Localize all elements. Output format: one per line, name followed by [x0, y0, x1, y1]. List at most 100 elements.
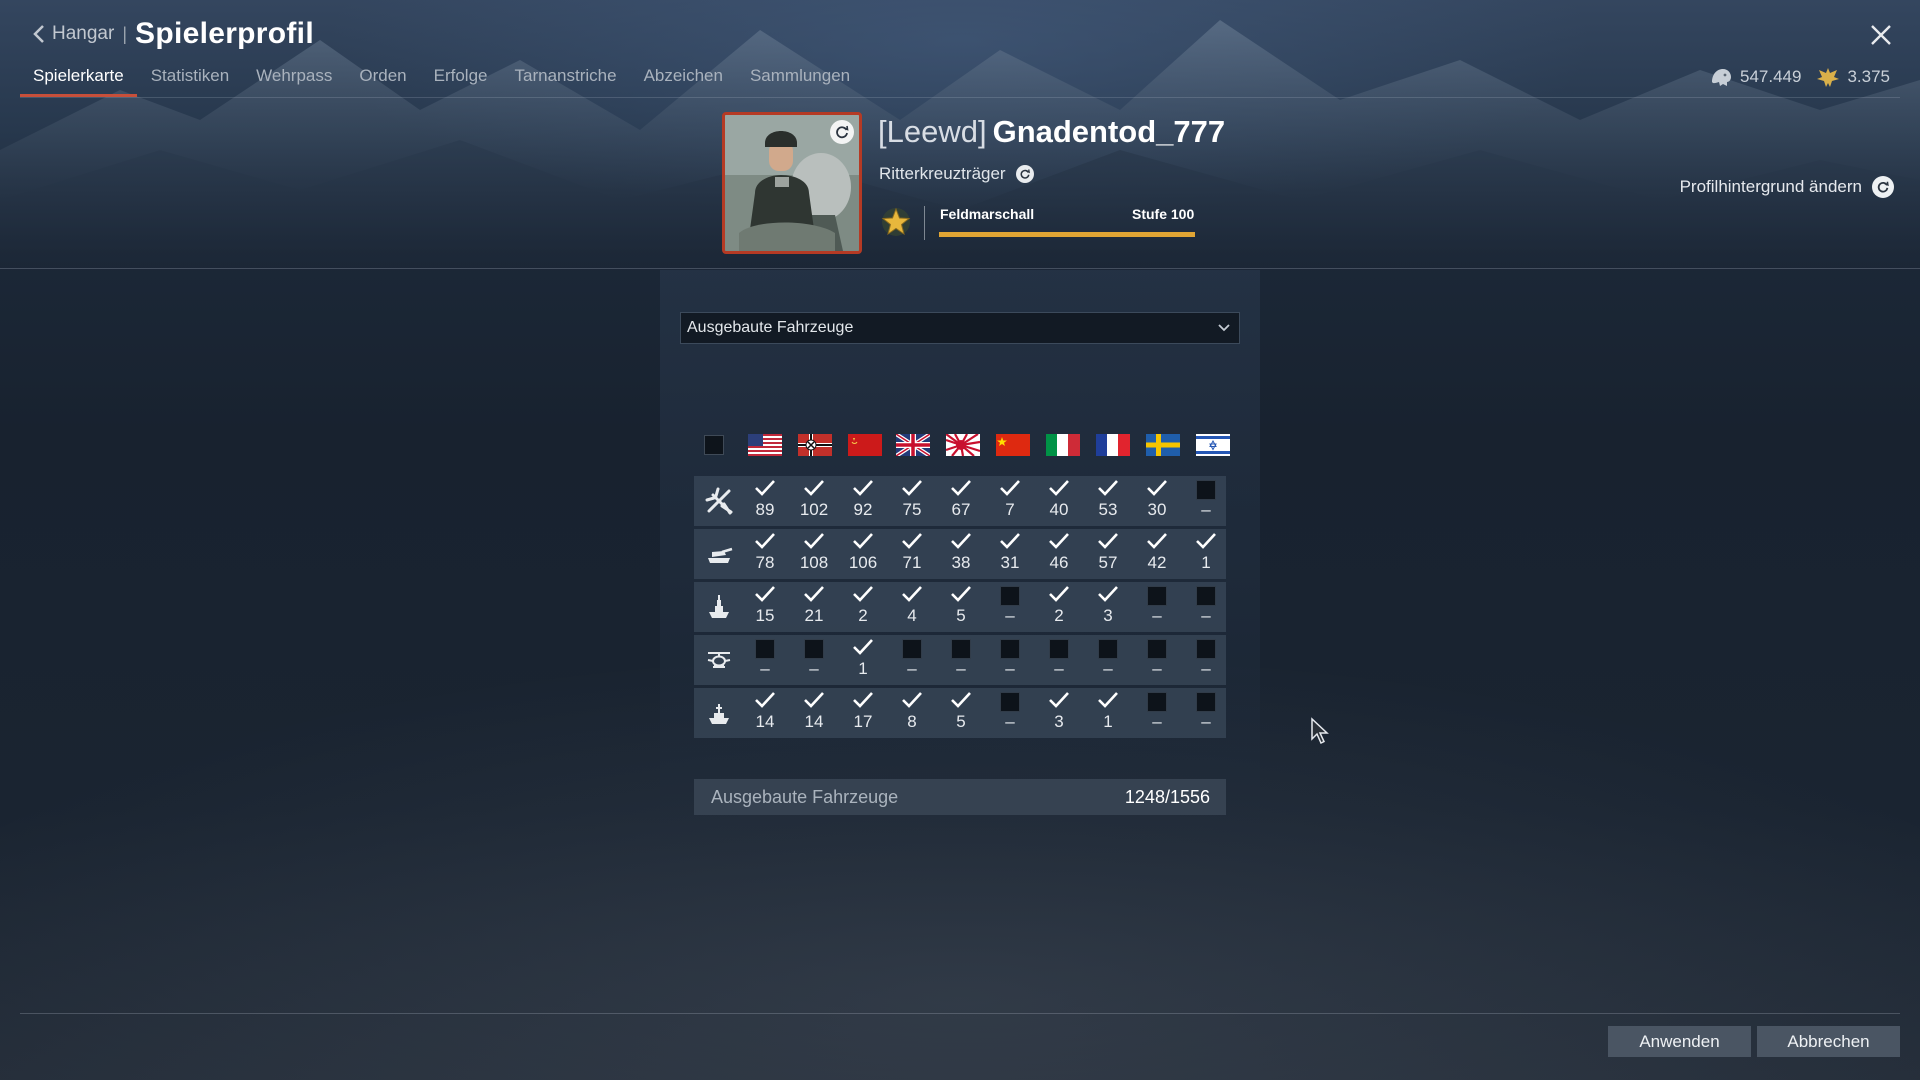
tab-erfolge[interactable]: Erfolge: [421, 62, 501, 97]
tab-orden[interactable]: Orden: [346, 62, 419, 97]
researched-count: –: [809, 659, 819, 678]
researched-count: 15: [755, 606, 775, 625]
apply-button[interactable]: Anwenden: [1608, 1026, 1751, 1057]
refresh-icon: [1872, 176, 1894, 198]
tab-sammlungen[interactable]: Sammlungen: [737, 62, 863, 97]
checkbox-checked-icon[interactable]: [901, 690, 923, 710]
japan-flag-icon: [946, 434, 980, 456]
checkbox-checked-icon[interactable]: [803, 531, 825, 551]
checkbox-checked-icon[interactable]: [950, 531, 972, 551]
france-flag-icon: [1096, 434, 1130, 456]
vehicle-cell-sweden: –: [1135, 688, 1175, 738]
checkbox-checked-icon[interactable]: [1097, 531, 1119, 551]
chevron-left-icon: [33, 25, 44, 43]
checkbox-checked-icon[interactable]: [1097, 690, 1119, 710]
checkbox-unchecked[interactable]: [1196, 692, 1216, 712]
checkbox-checked-icon[interactable]: [1195, 531, 1217, 551]
vehicle-cell-sweden: –: [1135, 582, 1175, 632]
researched-count: –: [956, 659, 966, 678]
researched-count: 17: [853, 712, 873, 731]
checkbox-unchecked[interactable]: [1000, 639, 1020, 659]
researched-count: –: [1201, 606, 1211, 625]
aircraft-icon: [705, 487, 733, 515]
golden-eagles-value: 3.375: [1847, 67, 1890, 86]
tab-statistiken[interactable]: Statistiken: [138, 62, 242, 97]
change-profile-background-button[interactable]: Profilhintergrund ändern: [1680, 176, 1894, 198]
checkbox-unchecked[interactable]: [1049, 639, 1069, 659]
checkbox-unchecked[interactable]: [1147, 639, 1167, 659]
checkbox-checked-icon[interactable]: [754, 478, 776, 498]
vehicle-cell-japan: –: [939, 635, 979, 685]
checkbox-checked-icon[interactable]: [1048, 584, 1070, 604]
checkbox-checked-icon[interactable]: [950, 690, 972, 710]
checkbox-checked-icon[interactable]: [852, 478, 874, 498]
researched-count: 5: [956, 712, 966, 731]
checkbox-checked-icon[interactable]: [1048, 690, 1070, 710]
tab-abzeichen[interactable]: Abzeichen: [631, 62, 736, 97]
checkbox-unchecked[interactable]: [1147, 692, 1167, 712]
checkbox-checked-icon[interactable]: [1146, 478, 1168, 498]
researched-count: 42: [1147, 553, 1167, 572]
checkbox-checked-icon[interactable]: [852, 584, 874, 604]
back-to-hangar-link[interactable]: Hangar: [32, 23, 114, 45]
checkbox-unchecked[interactable]: [1098, 639, 1118, 659]
checkbox-checked-icon[interactable]: [999, 478, 1021, 498]
checkbox-checked-icon[interactable]: [754, 690, 776, 710]
checkbox-checked-icon[interactable]: [950, 478, 972, 498]
checkbox-checked-icon[interactable]: [803, 584, 825, 604]
researched-count: –: [1103, 659, 1113, 678]
checkbox-unchecked[interactable]: [1196, 586, 1216, 606]
researched-count: 2: [858, 606, 868, 625]
checkbox-unchecked[interactable]: [902, 639, 922, 659]
vehicle-cell-usa: 78: [743, 529, 783, 579]
player-nickname: Gnadentod_777: [992, 114, 1226, 149]
vehicle-cell-britain: 75: [890, 476, 930, 526]
tab-tarnanstriche[interactable]: Tarnanstriche: [502, 62, 630, 97]
tab-spielerkarte[interactable]: Spielerkarte: [20, 62, 137, 97]
checkbox-checked-icon[interactable]: [754, 531, 776, 551]
title-change-button[interactable]: [1015, 165, 1034, 183]
checkbox-checked-icon[interactable]: [1146, 531, 1168, 551]
vehicle-cell-japan: 38: [939, 529, 979, 579]
tabs-divider: [20, 97, 1900, 98]
checkbox-checked-icon[interactable]: [1097, 478, 1119, 498]
checkbox-checked-icon[interactable]: [1097, 584, 1119, 604]
helicopter-icon: [707, 652, 731, 668]
britain-flag-icon: [896, 434, 930, 456]
checkbox-unchecked[interactable]: [755, 639, 775, 659]
checkbox-checked-icon[interactable]: [950, 584, 972, 604]
researched-count: –: [1005, 659, 1015, 678]
checkbox-checked-icon[interactable]: [901, 478, 923, 498]
checkbox-checked-icon[interactable]: [1048, 531, 1070, 551]
avatar-change-button[interactable]: [830, 120, 854, 144]
vehicle-cell-usa: 89: [743, 476, 783, 526]
cancel-button[interactable]: Abbrechen: [1757, 1026, 1900, 1057]
checkbox-checked-icon[interactable]: [901, 584, 923, 604]
checkbox-checked-icon[interactable]: [754, 584, 776, 604]
clan-tag[interactable]: [Leewd]: [878, 114, 987, 149]
vehicle-row-fleet: 15 21 2 4 5 – 2 3 – –: [694, 582, 1226, 632]
checkbox-unchecked[interactable]: [1000, 692, 1020, 712]
footer-divider: [20, 1013, 1900, 1014]
checkbox-checked-icon[interactable]: [852, 531, 874, 551]
checkbox-unchecked[interactable]: [1147, 586, 1167, 606]
vehicle-cell-usa: 14: [743, 688, 783, 738]
checkbox-unchecked[interactable]: [951, 639, 971, 659]
close-icon[interactable]: [1866, 20, 1896, 50]
checkbox-checked-icon[interactable]: [852, 637, 874, 657]
checkbox-checked-icon[interactable]: [1048, 478, 1070, 498]
checkbox-unchecked[interactable]: [1196, 480, 1216, 500]
checkbox-checked-icon[interactable]: [999, 531, 1021, 551]
tab-wehrpass[interactable]: Wehrpass: [243, 62, 345, 97]
checkbox-checked-icon[interactable]: [803, 690, 825, 710]
checkbox-checked-icon[interactable]: [803, 478, 825, 498]
checkbox-checked-icon[interactable]: [852, 690, 874, 710]
checkbox-unchecked[interactable]: [1196, 639, 1216, 659]
vehicle-cell-italy: 2: [1037, 582, 1077, 632]
checkbox-unchecked[interactable]: [1000, 586, 1020, 606]
researched-count: 102: [799, 500, 829, 519]
top-bar: Hangar | Spielerprofil: [32, 14, 314, 54]
showcase-type-dropdown[interactable]: Ausgebaute Fahrzeuge: [680, 312, 1240, 344]
checkbox-unchecked[interactable]: [804, 639, 824, 659]
checkbox-checked-icon[interactable]: [901, 531, 923, 551]
